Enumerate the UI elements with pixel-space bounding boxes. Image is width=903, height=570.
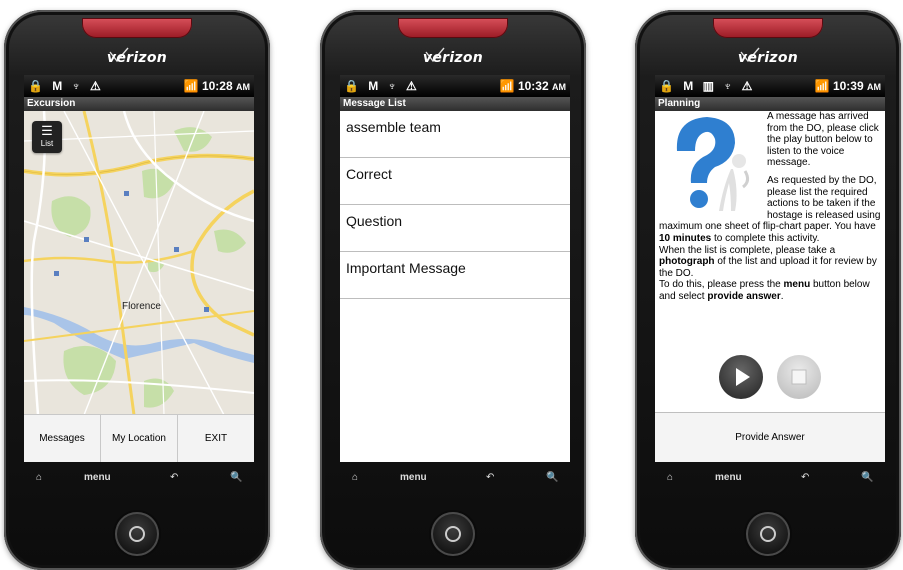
phone-message-list: verizon 🔒 M ♆ ⚠ 📶 10:32 AM Message List … xyxy=(320,10,586,570)
clock: 📶 10:32 AM xyxy=(499,79,566,93)
menu-key[interactable]: menu xyxy=(84,472,111,483)
trackball-button[interactable] xyxy=(431,512,475,556)
status-bar: 🔒 M ♆ ⚠ 📶 10:32 AM xyxy=(340,75,570,97)
hardware-nav: ⌂ menu ↶ 🔍 xyxy=(24,472,254,494)
back-key-icon[interactable]: ↶ xyxy=(486,472,494,483)
list-item[interactable]: assemble team xyxy=(340,111,570,158)
list-button[interactable]: ☰ List xyxy=(32,121,62,153)
clock: 📶 10:28 AM xyxy=(183,79,250,93)
my-location-button[interactable]: My Location xyxy=(101,415,178,462)
hardware-nav: ⌂ menu ↶ 🔍 xyxy=(655,472,885,494)
provide-answer-button[interactable]: Provide Answer xyxy=(655,412,885,462)
earpiece-speaker xyxy=(82,18,192,38)
map-canvas[interactable] xyxy=(24,110,254,416)
bottom-toolbar: Messages My Location EXIT xyxy=(24,414,254,462)
app-title: Message List xyxy=(340,97,570,111)
list-item[interactable]: Correct xyxy=(340,158,570,205)
search-key-icon[interactable]: 🔍 xyxy=(546,472,558,483)
signal-icon: 📶 xyxy=(814,79,833,93)
stop-button[interactable] xyxy=(777,355,821,399)
message-list: assemble team Correct Question Important… xyxy=(340,111,570,299)
trackball-button[interactable] xyxy=(115,512,159,556)
status-bar: 🔒 M ▥ ♆ ⚠ 📶 10:39 AM xyxy=(655,75,885,97)
question-mark-figure-icon xyxy=(676,117,750,211)
paragraph-menu-instruction: To do this, please press the menu button… xyxy=(659,279,870,302)
home-key-icon[interactable]: ⌂ xyxy=(36,472,42,483)
menu-key[interactable]: menu xyxy=(715,472,742,483)
back-key-icon[interactable]: ↶ xyxy=(801,472,809,483)
carrier-logo: verizon xyxy=(106,50,168,66)
messages-button[interactable]: Messages xyxy=(24,415,101,462)
app-title: Planning xyxy=(655,97,885,111)
signal-icon: 📶 xyxy=(183,79,202,93)
home-key-icon[interactable]: ⌂ xyxy=(352,472,358,483)
paragraph-photograph: When the list is complete, please take a… xyxy=(659,244,877,279)
phone-planning: verizon 🔒 M ▥ ♆ ⚠ 📶 10:39 AM Planning A … xyxy=(635,10,901,570)
notification-icons: 🔒 M ♆ ⚠ xyxy=(344,79,420,93)
notification-icons: 🔒 M ▥ ♆ ⚠ xyxy=(659,79,756,93)
list-item[interactable]: Question xyxy=(340,205,570,252)
screen: 🔒 M ♆ ⚠ 📶 10:28 AM Excursion Florence ☰ … xyxy=(24,75,254,462)
back-key-icon[interactable]: ↶ xyxy=(170,472,178,483)
carrier-logo: verizon xyxy=(737,50,799,66)
notification-icons: 🔒 M ♆ ⚠ xyxy=(28,79,104,93)
instructions-text: A message has arrived from the DO, pleas… xyxy=(655,111,885,309)
home-key-icon[interactable]: ⌂ xyxy=(667,472,673,483)
play-icon xyxy=(736,368,750,386)
clock: 📶 10:39 AM xyxy=(814,79,881,93)
map-view[interactable]: Florence ☰ List xyxy=(24,110,254,416)
trackball-button[interactable] xyxy=(746,512,790,556)
menu-key[interactable]: menu xyxy=(400,472,427,483)
stop-icon xyxy=(791,369,807,385)
hardware-nav: ⌂ menu ↶ 🔍 xyxy=(340,472,570,494)
map-label-florence: Florence xyxy=(122,301,161,312)
earpiece-speaker xyxy=(713,18,823,38)
search-key-icon[interactable]: 🔍 xyxy=(230,472,242,483)
list-icon: ☰ xyxy=(41,123,53,138)
app-title: Excursion xyxy=(24,97,254,111)
screen: 🔒 M ▥ ♆ ⚠ 📶 10:39 AM Planning A message … xyxy=(655,75,885,462)
screen: 🔒 M ♆ ⚠ 📶 10:32 AM Message List assemble… xyxy=(340,75,570,462)
phone-excursion: verizon 🔒 M ♆ ⚠ 📶 10:28 AM Excursion Flo… xyxy=(4,10,270,570)
carrier-logo: verizon xyxy=(422,50,484,66)
signal-icon: 📶 xyxy=(499,79,518,93)
status-bar: 🔒 M ♆ ⚠ 📶 10:28 AM xyxy=(24,75,254,97)
list-button-label: List xyxy=(40,139,54,148)
search-key-icon[interactable]: 🔍 xyxy=(861,472,873,483)
list-item[interactable]: Important Message xyxy=(340,252,570,299)
exit-button[interactable]: EXIT xyxy=(178,415,254,462)
play-button[interactable] xyxy=(719,355,763,399)
earpiece-speaker xyxy=(398,18,508,38)
